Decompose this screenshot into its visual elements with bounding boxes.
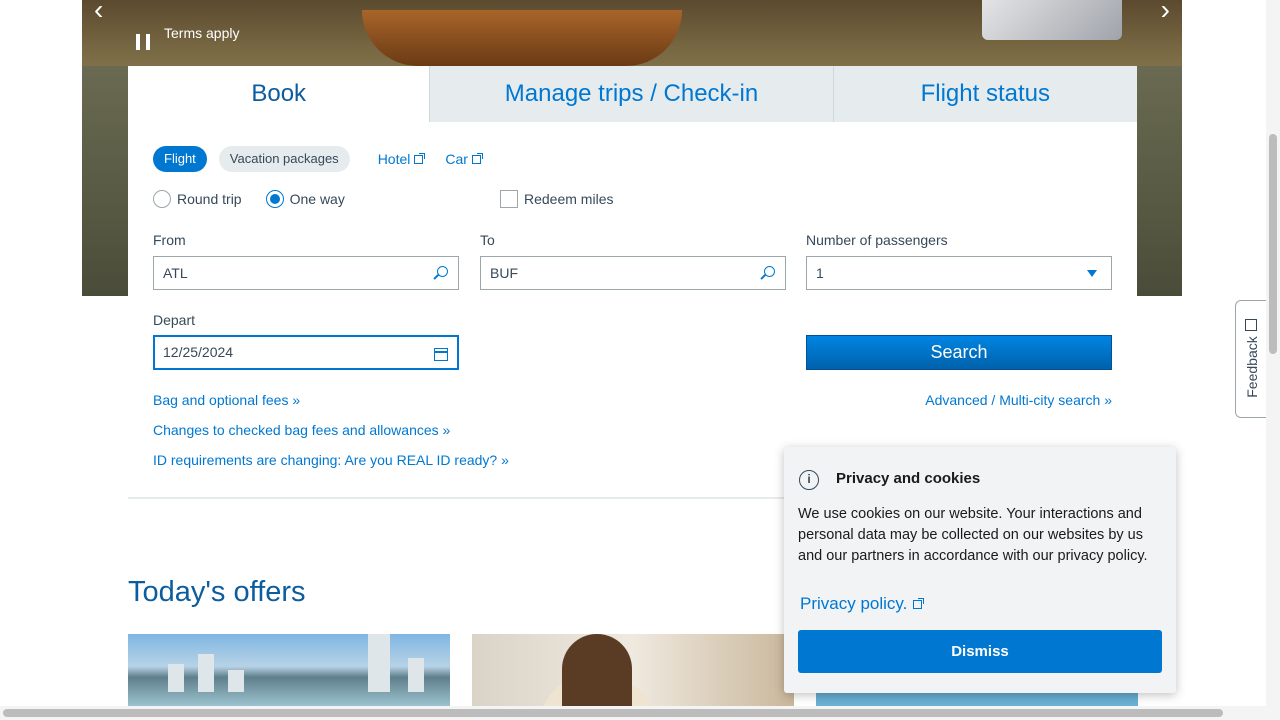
cookie-title: Privacy and cookies [836, 470, 981, 487]
one-way-radio[interactable] [265, 190, 284, 208]
hotel-link-label: Hotel [377, 151, 411, 167]
one-way-label: One way [289, 191, 345, 207]
dismiss-button[interactable]: Dismiss [798, 630, 1162, 673]
vacation-packages-pill[interactable]: Vacation packages [218, 146, 350, 172]
external-link-icon [414, 152, 426, 164]
pause-icon[interactable] [136, 34, 150, 50]
to-value: BUF [490, 265, 518, 281]
skyline-building [228, 670, 244, 692]
redeem-miles-label: Redeem miles [524, 191, 614, 207]
trip-type-radios: Round trip One way [153, 190, 369, 208]
passengers-select[interactable]: 1 [806, 256, 1112, 290]
car-link-label: Car [445, 151, 468, 167]
search-icon[interactable] [764, 266, 775, 277]
product-selector: Flight Vacation packages Hotel Car [153, 146, 483, 172]
round-trip-radio[interactable] [153, 190, 171, 208]
car-link[interactable]: Car [445, 151, 483, 167]
privacy-policy-link[interactable]: Privacy policy. [800, 594, 925, 614]
external-link-icon [471, 152, 483, 164]
external-link-icon [913, 597, 925, 609]
offer-card-person[interactable] [472, 634, 794, 706]
offers-title: Today's offers [128, 576, 306, 608]
from-label: From [153, 232, 186, 248]
skyline-building [198, 654, 214, 692]
skyline-building [408, 658, 424, 692]
round-trip-label: Round trip [177, 191, 242, 207]
offer-card-city[interactable] [128, 634, 450, 706]
chevron-down-icon [1087, 270, 1097, 277]
from-field[interactable]: ATL [153, 256, 459, 290]
terms-apply-text: Terms apply [164, 25, 240, 41]
to-field[interactable]: BUF [480, 256, 786, 290]
info-icon: i [799, 470, 819, 490]
from-value: ATL [163, 265, 188, 281]
external-link-icon [1245, 319, 1257, 331]
redeem-miles-option: Redeem miles [500, 190, 613, 208]
advanced-search-link[interactable]: Advanced / Multi-city search » [925, 392, 1112, 408]
vertical-scrollbar[interactable] [1266, 0, 1280, 706]
passengers-label: Number of passengers [806, 232, 948, 248]
vertical-scrollbar-thumb[interactable] [1269, 134, 1277, 354]
hotel-link[interactable]: Hotel [377, 151, 426, 167]
feedback-tab[interactable]: Feedback [1235, 300, 1267, 418]
tab-book[interactable]: Book [128, 66, 430, 122]
skyline-building [368, 634, 390, 692]
hero-boat [362, 10, 682, 66]
privacy-policy-label: Privacy policy. [800, 594, 908, 613]
carousel-prev-icon[interactable]: ‹ [94, 0, 103, 26]
depart-label: Depart [153, 312, 196, 328]
flight-pill[interactable]: Flight [153, 146, 207, 172]
cookie-banner: i Privacy and cookies We use cookies on … [784, 447, 1176, 693]
redeem-miles-checkbox[interactable] [500, 190, 518, 208]
bag-fees-link[interactable]: Bag and optional fees » [153, 392, 300, 408]
horizontal-scrollbar-thumb[interactable] [3, 709, 1223, 717]
person-head [562, 634, 632, 706]
passengers-value: 1 [816, 265, 824, 281]
feedback-label: Feedback [1243, 336, 1260, 398]
cookie-body: We use cookies on our website. Your inte… [798, 506, 1148, 564]
checked-bag-changes-link[interactable]: Changes to checked bag fees and allowanc… [153, 422, 450, 438]
skyline-building [168, 664, 184, 692]
horizontal-scrollbar[interactable] [0, 706, 1280, 720]
search-icon[interactable] [437, 266, 448, 277]
depart-value: 12/25/2024 [163, 344, 234, 360]
real-id-link[interactable]: ID requirements are changing: Are you RE… [153, 452, 509, 468]
booking-panel: Book Manage trips / Check-in Flight stat… [128, 66, 1137, 498]
tab-flight-status[interactable]: Flight status [832, 66, 1137, 122]
tab-manage-trips[interactable]: Manage trips / Check-in [429, 66, 833, 122]
depart-date-field[interactable]: 12/25/2024 [153, 335, 459, 370]
booking-tabs: Book Manage trips / Check-in Flight stat… [128, 66, 1137, 122]
search-button[interactable]: Search [806, 335, 1112, 370]
to-label: To [480, 232, 495, 248]
carousel-next-icon[interactable]: › [1161, 0, 1170, 26]
credit-card-image [982, 0, 1122, 40]
calendar-icon[interactable] [434, 348, 448, 361]
